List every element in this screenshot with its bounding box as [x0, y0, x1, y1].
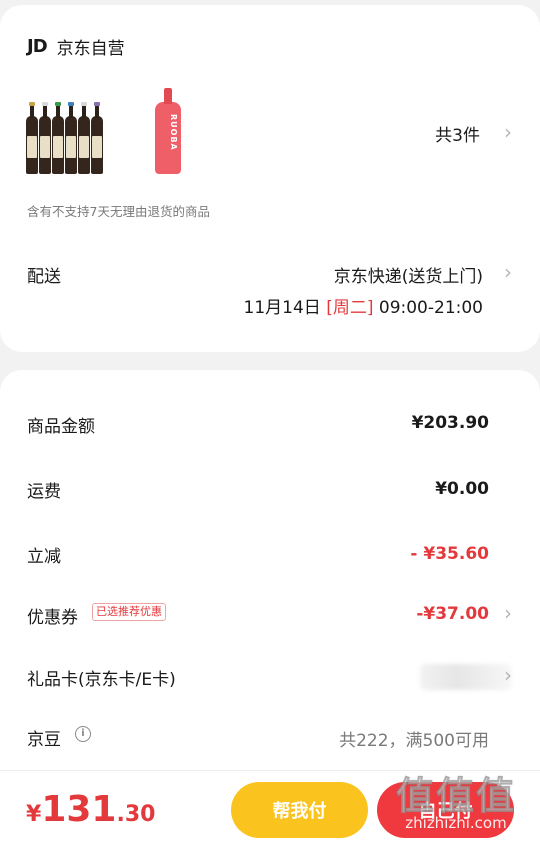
chevron-right-icon[interactable]: › — [504, 663, 512, 687]
chevron-right-icon[interactable]: › — [504, 120, 512, 144]
coupon-recommended-badge: 已选推荐优惠 — [92, 603, 166, 621]
delivery-date: 11月14日 — [243, 298, 321, 318]
payment-bar: ¥131.30 帮我付 自己付 — [0, 770, 540, 847]
delivery-label: 配送 — [27, 267, 61, 287]
info-icon[interactable]: i — [75, 726, 91, 742]
coupon-value[interactable]: -¥37.00 — [416, 604, 489, 624]
gift-card-label[interactable]: 礼品卡(京东卡/E卡) — [27, 665, 176, 690]
liqueur-label-text: RUOBA — [169, 114, 178, 151]
total-decimal: .30 — [116, 802, 156, 827]
pay-myself-button[interactable]: 自己付 — [377, 782, 514, 838]
jd-beans-value: 共222，满500可用 — [339, 731, 489, 751]
total-price: ¥131.30 — [26, 789, 155, 830]
instant-discount-label: 立减 — [27, 547, 61, 567]
shipping-label: 运费 — [27, 482, 61, 502]
total-integer: 131 — [41, 789, 117, 830]
liqueur-bottle-image: RUOBA — [153, 88, 183, 174]
shipping-value: ¥0.00 — [435, 479, 489, 499]
jd-beans-label: 京豆 — [27, 730, 61, 750]
delivery-weekday: [周二] — [326, 298, 374, 318]
shop-name: 京东自营 — [56, 38, 125, 59]
beer-bottles-image — [26, 94, 103, 174]
delivery-method[interactable]: 京东快递(送货上门) — [334, 262, 483, 287]
chevron-right-icon[interactable]: › — [504, 260, 512, 284]
return-policy-notice: 含有不支持7天无理由退货的商品 — [27, 204, 210, 219]
currency-symbol: ¥ — [26, 802, 42, 827]
shop-header: JD 京东自营 — [27, 31, 125, 61]
delivery-window: 09:00-21:00 — [378, 298, 483, 318]
instant-discount-value: - ¥35.60 — [410, 544, 489, 564]
goods-amount-value: ¥203.90 — [411, 413, 489, 433]
blurred-gift-card-value — [420, 664, 512, 690]
jd-logo: JD — [27, 35, 48, 57]
help-me-pay-button[interactable]: 帮我付 — [231, 782, 368, 838]
goods-amount-label: 商品金额 — [27, 417, 95, 437]
delivery-time[interactable]: 11月14日 [周二] 09:00-21:00 — [244, 293, 483, 318]
chevron-right-icon[interactable]: › — [504, 601, 512, 625]
item-count[interactable]: 共3件 — [435, 121, 480, 146]
product-thumbnails[interactable]: RUOBA — [26, 88, 183, 174]
coupon-label[interactable]: 优惠券 — [27, 603, 78, 628]
